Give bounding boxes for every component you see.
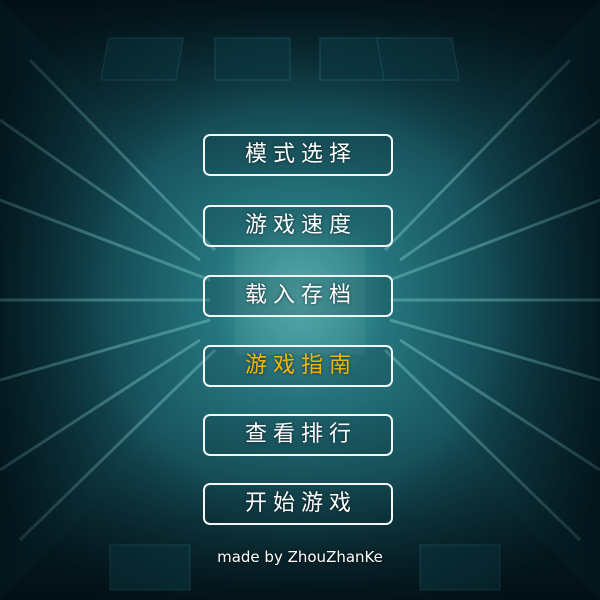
game-guide-button[interactable]: 游戏指南 bbox=[203, 345, 393, 387]
main-menu: 模式选择 游戏速度 载入存档 游戏指南 查看排行 开始游戏 bbox=[0, 0, 600, 600]
game-speed-button[interactable]: 游戏速度 bbox=[203, 205, 393, 247]
mode-select-button[interactable]: 模式选择 bbox=[203, 134, 393, 176]
load-save-button[interactable]: 载入存档 bbox=[203, 275, 393, 317]
game-start-screen: 模式选择 游戏速度 载入存档 游戏指南 查看排行 开始游戏 made by Zh… bbox=[0, 0, 600, 600]
start-game-button[interactable]: 开始游戏 bbox=[203, 483, 393, 525]
credits-text: made by ZhouZhanKe bbox=[217, 548, 383, 566]
view-leaderboard-button[interactable]: 查看排行 bbox=[203, 414, 393, 456]
